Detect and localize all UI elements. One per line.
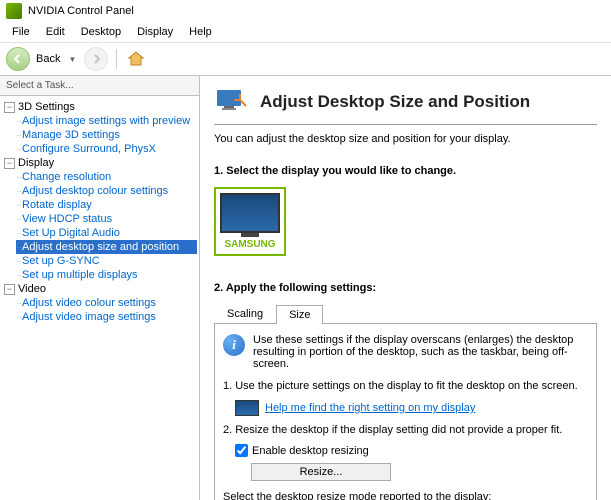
- tabs: Scaling Size: [214, 304, 597, 324]
- step-2: 2. Resize the desktop if the display set…: [223, 424, 588, 436]
- tree-item[interactable]: Set Up Digital Audio: [16, 226, 197, 240]
- app-title: NVIDIA Control Panel: [28, 5, 134, 17]
- page-title: Adjust Desktop Size and Position: [260, 92, 530, 112]
- titlebar: NVIDIA Control Panel: [0, 0, 611, 22]
- tree-item[interactable]: Adjust desktop colour settings: [16, 184, 197, 198]
- tree-toggle-icon[interactable]: −: [4, 158, 15, 169]
- back-label: Back: [36, 53, 60, 65]
- tree-item[interactable]: View HDCP status: [16, 212, 197, 226]
- menu-display[interactable]: Display: [129, 24, 181, 40]
- tree-item[interactable]: Set up G-SYNC: [16, 254, 197, 268]
- tree-item[interactable]: Adjust desktop size and position: [16, 240, 197, 254]
- tree-item[interactable]: Rotate display: [16, 198, 197, 212]
- tab-scaling[interactable]: Scaling: [214, 304, 276, 323]
- tree-toggle-icon[interactable]: −: [4, 284, 15, 295]
- tree-category[interactable]: −Video: [2, 282, 197, 296]
- display-selection[interactable]: SAMSUNG: [214, 187, 286, 256]
- tree-item[interactable]: Manage 3D settings: [16, 128, 197, 142]
- monitor-icon: [220, 193, 280, 233]
- menu-help[interactable]: Help: [181, 24, 220, 40]
- task-tree: −3D SettingsAdjust image settings with p…: [0, 96, 199, 500]
- forward-button[interactable]: [84, 47, 108, 71]
- select-mode-label: Select the desktop resize mode reported …: [223, 491, 588, 500]
- content: Adjust Desktop Size and Position You can…: [200, 76, 611, 500]
- tree-item[interactable]: Adjust video image settings: [16, 310, 197, 324]
- info-text: Use these settings if the display oversc…: [253, 334, 588, 370]
- enable-resize-label[interactable]: Enable desktop resizing: [252, 445, 369, 457]
- toolbar-divider: [116, 49, 117, 69]
- tree-item[interactable]: Set up multiple displays: [16, 268, 197, 282]
- step-1: 1. Use the picture settings on the displ…: [223, 380, 588, 392]
- page-intro: You can adjust the desktop size and posi…: [214, 133, 597, 145]
- tab-size[interactable]: Size: [276, 305, 323, 324]
- menu-desktop[interactable]: Desktop: [73, 24, 129, 40]
- tree-category[interactable]: −Display: [2, 156, 197, 170]
- tree-item[interactable]: Adjust video colour settings: [16, 296, 197, 310]
- help-link[interactable]: Help me find the right setting on my dis…: [265, 402, 475, 414]
- back-dropdown[interactable]: ▼: [68, 55, 76, 64]
- section-2-title: 2. Apply the following settings:: [214, 282, 597, 294]
- tree-toggle-icon[interactable]: −: [4, 102, 15, 113]
- sidebar-header: Select a Task...: [0, 76, 199, 96]
- sidebar: Select a Task... −3D SettingsAdjust imag…: [0, 76, 200, 500]
- display-name: SAMSUNG: [220, 239, 280, 250]
- resize-button[interactable]: Resize...: [251, 463, 391, 481]
- nvidia-icon: [6, 3, 22, 19]
- small-monitor-icon: [235, 400, 259, 416]
- menubar: File Edit Desktop Display Help: [0, 22, 611, 42]
- tree-category[interactable]: −3D Settings: [2, 100, 197, 114]
- info-icon: i: [223, 334, 245, 356]
- page-icon: [214, 84, 250, 120]
- menu-edit[interactable]: Edit: [38, 24, 73, 40]
- tree-item[interactable]: Change resolution: [16, 170, 197, 184]
- home-button[interactable]: [125, 48, 147, 70]
- enable-resize-checkbox[interactable]: [235, 444, 248, 457]
- tab-body: i Use these settings if the display over…: [214, 324, 597, 500]
- tree-item[interactable]: Adjust image settings with preview: [16, 114, 197, 128]
- tree-item[interactable]: Configure Surround, PhysX: [16, 142, 197, 156]
- menu-file[interactable]: File: [4, 24, 38, 40]
- toolbar: Back ▼: [0, 42, 611, 76]
- section-1-title: 1. Select the display you would like to …: [214, 165, 597, 177]
- back-button[interactable]: [6, 47, 30, 71]
